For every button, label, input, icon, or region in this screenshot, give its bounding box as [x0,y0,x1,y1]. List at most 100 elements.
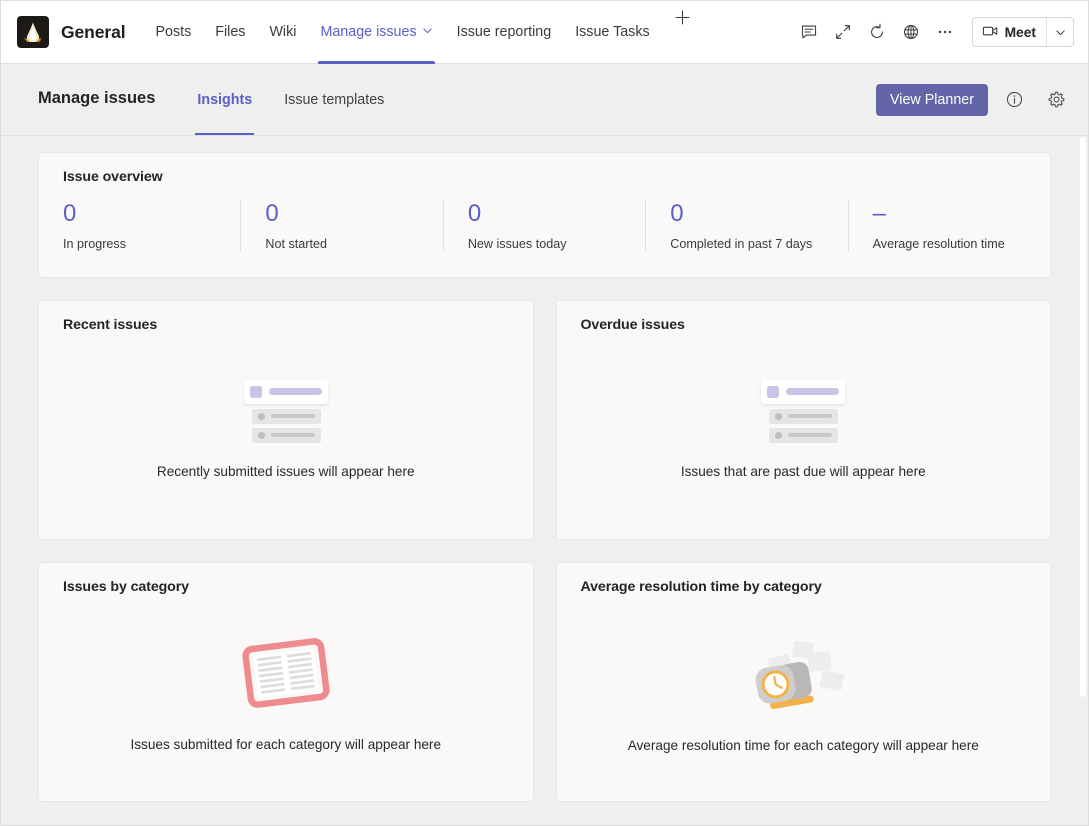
illustration-card [243,379,328,404]
illustration-line [788,414,833,418]
channel-tab-label: Wiki [269,24,297,40]
illustration-line [270,433,315,437]
page-title: Manage issues [38,89,156,107]
app-subheader-actions: View Planner [876,83,1072,116]
illustration-bar [786,388,840,395]
channel-tab-label: Manage issues [320,24,417,40]
stat-value: 0 [265,200,279,227]
channel-tab-label: Posts [155,24,192,40]
illustration-line [788,433,833,437]
illustration-row [769,408,839,424]
stat-value: 0 [63,200,77,227]
channel-tab-label: Issue Tasks [575,24,650,40]
channel-tab-label: Files [215,24,246,40]
stat-new-issues-today: 0 New issues today [442,199,645,251]
stat-in-progress: 0 In progress [63,199,240,251]
recent-issues-title: Recent issues [63,317,158,333]
add-tab-button[interactable] [666,1,700,35]
insights-panel-grid: Recent issues Recently submitted issues … [38,300,1051,802]
illustration-dot [775,431,783,439]
globe-icon[interactable] [894,15,928,49]
overdue-issues-title: Overdue issues [580,317,685,333]
issue-overview-title: Issue overview [63,169,163,185]
gear-icon[interactable] [1040,84,1072,116]
stat-label: New issues today [467,237,567,251]
empty-state-text: Recently submitted issues will appear he… [156,463,415,479]
tab-insights[interactable]: Insights [181,64,268,135]
meet-button[interactable]: Meet [971,17,1074,47]
team-avatar [17,16,49,48]
channel-tab-wiki[interactable]: Wiki [257,1,308,64]
meet-button-main[interactable]: Meet [973,18,1046,46]
stat-not-started: 0 Not started [240,199,442,251]
expand-icon[interactable] [826,15,860,49]
chat-icon[interactable] [792,15,826,49]
more-options-icon[interactable] [928,15,962,49]
tab-label: Insights [197,91,253,108]
stat-average-resolution-time: – Average resolution time [847,199,1050,251]
app-subheader: Manage issues Insights Issue templates V… [1,64,1088,136]
empty-state-text: Average resolution time for each categor… [627,737,979,753]
channel-tab-list: Posts Files Wiki Manage issues Issue rep… [143,1,699,64]
illustration-square [249,385,262,398]
illustration-row [251,408,321,424]
team-name: General [61,21,126,42]
channel-tab-label: Issue reporting [456,24,552,40]
open-book-illustration [242,637,330,708]
stat-label: Average resolution time [872,237,1005,251]
meet-button-label: Meet [1004,24,1036,40]
stat-label: In progress [63,237,126,251]
illustration-row [251,427,321,443]
stat-value: 0 [467,200,482,227]
view-planner-button[interactable]: View Planner [876,83,988,116]
stat-label: Not started [265,237,328,251]
illustration-bar [268,388,322,395]
avg-resolution-time-card: Average resolution time by category Aver… [555,562,1051,802]
issue-overview-stats: 0 In progress 0 Not started 0 New issues… [39,199,1050,251]
illustration-row [769,427,839,443]
content-scrollbar[interactable] [1080,137,1086,821]
stat-label: Completed in past 7 days [670,237,813,251]
stat-value: 0 [670,200,684,227]
illustration-dot [775,412,783,420]
overdue-issues-card: Overdue issues Issues that are past due … [555,300,1051,540]
issues-by-category-card: Issues by category Issues submitted for … [38,562,534,802]
scrollbar-thumb[interactable] [1080,137,1086,697]
channel-tab-files[interactable]: Files [203,1,257,64]
chevron-down-icon [1055,29,1065,35]
plus-icon [675,10,690,25]
empty-state-text: Issues that are past due will appear her… [680,463,926,479]
empty-state-text: Issues submitted for each category will … [130,736,442,752]
avg-resolution-time-title: Average resolution time by category [580,579,822,595]
list-empty-illustration [757,379,849,443]
issue-overview-card: Issue overview 0 In progress 0 Not start… [38,152,1051,278]
insights-content: Issue overview 0 In progress 0 Not start… [1,136,1088,825]
list-empty-illustration [240,379,332,443]
channel-tab-issue-tasks[interactable]: Issue Tasks [563,1,661,64]
issues-by-category-title: Issues by category [63,579,189,595]
stat-value: – [872,200,886,227]
stat-completed-past-7-days: 0 Completed in past 7 days [645,199,847,251]
channel-tab-manage-issues[interactable]: Manage issues [308,1,444,64]
illustration-card [761,379,846,404]
clock-illustration [755,640,845,709]
meet-dropdown-button[interactable] [1047,18,1073,46]
illustration-dot [257,412,265,420]
illustration-square [767,385,780,398]
channel-tab-posts[interactable]: Posts [143,1,203,64]
team-flame-icon [24,22,42,43]
tab-issue-templates[interactable]: Issue templates [268,64,400,135]
illustration-line [270,414,315,418]
avg-resolution-time-empty-state: Average resolution time for each categor… [557,595,1051,801]
channel-tab-issue-reporting[interactable]: Issue reporting [445,1,564,64]
recent-issues-empty-state: Recently submitted issues will appear he… [39,333,533,539]
overdue-issues-empty-state: Issues that are past due will appear her… [557,333,1051,539]
info-circle-icon[interactable] [998,84,1030,116]
channel-header: General Posts Files Wiki Manage issues I… [1,1,1088,64]
chevron-down-icon[interactable] [422,24,433,40]
app-tab-list: Insights Issue templates [181,64,400,135]
illustration-dot [257,431,265,439]
video-camera-icon [982,24,999,41]
refresh-icon[interactable] [860,15,894,49]
teams-window: General Posts Files Wiki Manage issues I… [0,0,1089,826]
